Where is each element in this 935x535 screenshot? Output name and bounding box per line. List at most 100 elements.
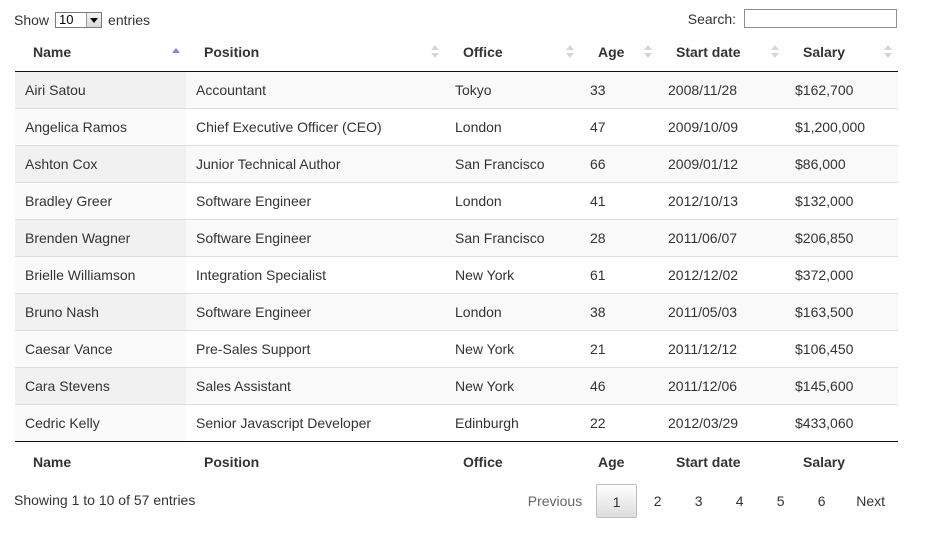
cell-age: 33 bbox=[580, 71, 658, 108]
page-button-3[interactable]: 3 bbox=[678, 484, 719, 518]
cell-name: Bruno Nash bbox=[15, 292, 186, 330]
table-info: Showing 1 to 10 of 57 entries bbox=[14, 492, 196, 508]
column-header-age[interactable]: Age bbox=[580, 34, 658, 72]
footer-column-position: Position bbox=[186, 440, 445, 482]
pagination: Previous 123456 Next bbox=[514, 484, 899, 518]
cell-name: Cedric Kelly bbox=[15, 403, 186, 441]
page-button-6[interactable]: 6 bbox=[801, 484, 842, 518]
sort-both-icon bbox=[644, 45, 652, 61]
cell-age: 66 bbox=[580, 144, 658, 182]
page-button-4[interactable]: 4 bbox=[719, 484, 760, 518]
cell-salary: $163,500 bbox=[785, 292, 898, 330]
cell-age: 38 bbox=[580, 292, 658, 330]
sort-both-icon bbox=[431, 45, 439, 61]
table-row: Brielle Williamson Integration Specialist… bbox=[15, 255, 898, 293]
previous-page-button[interactable]: Previous bbox=[514, 484, 596, 518]
cell-start-date: 2011/06/07 bbox=[658, 218, 785, 256]
table-row: Bruno Nash Software Engineer London 38 2011/… bbox=[15, 292, 898, 330]
cell-name: Brielle Williamson bbox=[15, 255, 186, 293]
footer-column-age: Age bbox=[580, 440, 658, 482]
cell-name: Caesar Vance bbox=[15, 329, 186, 367]
sort-ascending-icon bbox=[172, 45, 180, 61]
table-row: Caesar Vance Pre-Sales Support New York 21 2… bbox=[15, 329, 898, 367]
footer-column-start-date: Start date bbox=[658, 440, 785, 482]
page-button-2[interactable]: 2 bbox=[637, 484, 678, 518]
column-header-salary[interactable]: Salary bbox=[785, 34, 898, 72]
cell-salary: $86,000 bbox=[785, 144, 898, 182]
cell-name: Ashton Cox bbox=[15, 144, 186, 182]
table-footer: Name Position Office Age Start date Sala… bbox=[15, 440, 898, 482]
entries-per-page-select[interactable]: 10 bbox=[55, 12, 103, 28]
table-row: Ashton Cox Junior Technical Author San Fra… bbox=[15, 144, 898, 182]
cell-office: New York bbox=[445, 255, 580, 293]
entries-label: entries bbox=[108, 12, 151, 28]
cell-age: 28 bbox=[580, 218, 658, 256]
cell-age: 46 bbox=[580, 366, 658, 404]
table-header: Name Position Office Age Start date Sala… bbox=[15, 34, 898, 72]
cell-position: Accountant bbox=[186, 71, 445, 108]
cell-salary: $145,600 bbox=[785, 366, 898, 404]
cell-start-date: 2012/10/13 bbox=[658, 181, 785, 219]
footer-column-name: Name bbox=[15, 440, 186, 482]
column-header-label: Position bbox=[204, 44, 260, 61]
column-header-position[interactable]: Position bbox=[186, 34, 445, 72]
cell-position: Senior Javascript Developer bbox=[186, 403, 445, 441]
cell-position: Pre-Sales Support bbox=[186, 329, 445, 367]
cell-age: 41 bbox=[580, 181, 658, 219]
show-label: Show bbox=[14, 12, 50, 28]
cell-name: Cara Stevens bbox=[15, 366, 186, 404]
cell-salary: $106,450 bbox=[785, 329, 898, 367]
column-header-label: Age bbox=[598, 44, 625, 61]
cell-salary: $433,060 bbox=[785, 403, 898, 441]
next-page-button[interactable]: Next bbox=[842, 484, 899, 518]
cell-office: San Francisco bbox=[445, 144, 580, 182]
column-header-name[interactable]: Name bbox=[15, 34, 186, 72]
column-header-start-date[interactable]: Start date bbox=[658, 34, 785, 72]
page-button-1[interactable]: 1 bbox=[596, 484, 638, 518]
sort-both-icon bbox=[566, 45, 574, 61]
cell-start-date: 2008/11/28 bbox=[658, 71, 785, 108]
sort-both-icon bbox=[884, 45, 892, 61]
cell-office: London bbox=[445, 292, 580, 330]
cell-name: Bradley Greer bbox=[15, 181, 186, 219]
column-header-label: Salary bbox=[803, 44, 846, 61]
entries-length-control: Show 10 entries bbox=[14, 11, 150, 29]
cell-salary: $132,000 bbox=[785, 181, 898, 219]
cell-age: 47 bbox=[580, 107, 658, 145]
table-row: Brenden Wagner Software Engineer San Franc… bbox=[15, 218, 898, 256]
search-input[interactable] bbox=[744, 9, 897, 28]
sort-both-icon bbox=[771, 45, 779, 61]
cell-office: San Francisco bbox=[445, 218, 580, 256]
cell-office: Edinburgh bbox=[445, 403, 580, 441]
cell-office: New York bbox=[445, 329, 580, 367]
cell-name: Angelica Ramos bbox=[15, 107, 186, 145]
cell-start-date: 2009/01/12 bbox=[658, 144, 785, 182]
column-header-label: Office bbox=[463, 44, 503, 61]
table-row: Cara Stevens Sales Assistant New York 46 201… bbox=[15, 366, 898, 404]
cell-position: Integration Specialist bbox=[186, 255, 445, 293]
entries-per-page-value: 10 bbox=[59, 12, 74, 27]
cell-position: Junior Technical Author bbox=[186, 144, 445, 182]
cell-age: 21 bbox=[580, 329, 658, 367]
cell-position: Software Engineer bbox=[186, 292, 445, 330]
column-header-label: Name bbox=[33, 44, 72, 61]
cell-age: 61 bbox=[580, 255, 658, 293]
search-control: Search: bbox=[688, 9, 897, 28]
cell-start-date: 2009/10/09 bbox=[658, 107, 785, 145]
cell-office: Tokyo bbox=[445, 71, 580, 108]
search-label: Search: bbox=[687, 10, 736, 27]
chevron-down-icon[interactable] bbox=[86, 13, 102, 27]
table-body: Airi Satou Accountant Tokyo 33 2008/11/28 $16… bbox=[15, 71, 898, 441]
cell-age: 22 bbox=[580, 403, 658, 441]
cell-name: Airi Satou bbox=[15, 71, 186, 108]
cell-office: New York bbox=[445, 366, 580, 404]
table-row: Angelica Ramos Chief Executive Officer (C… bbox=[15, 107, 898, 145]
cell-position: Sales Assistant bbox=[186, 366, 445, 404]
table-row: Airi Satou Accountant Tokyo 33 2008/11/28 $16… bbox=[15, 71, 898, 108]
cell-name: Brenden Wagner bbox=[15, 218, 186, 256]
column-header-office[interactable]: Office bbox=[445, 34, 580, 72]
cell-start-date: 2011/12/06 bbox=[658, 366, 785, 404]
cell-start-date: 2012/03/29 bbox=[658, 403, 785, 441]
cell-salary: $206,850 bbox=[785, 218, 898, 256]
page-button-5[interactable]: 5 bbox=[760, 484, 801, 518]
